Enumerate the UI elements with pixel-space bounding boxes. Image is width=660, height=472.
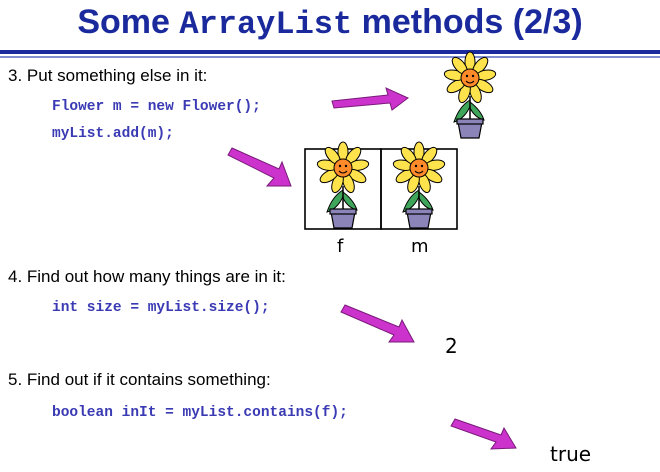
list-label-m: m (411, 236, 429, 257)
arrow-icon (340, 304, 415, 343)
arrow-icon (331, 87, 409, 111)
list-label-f: f (337, 236, 344, 257)
arrow-icon (227, 147, 292, 187)
contains-result: true (550, 442, 592, 466)
flower-icon (315, 141, 371, 229)
size-result: 2 (445, 334, 458, 358)
flower-icon (442, 51, 498, 139)
arrow-icon (450, 418, 517, 450)
illustration (227, 51, 517, 450)
flower-icon (391, 141, 447, 229)
